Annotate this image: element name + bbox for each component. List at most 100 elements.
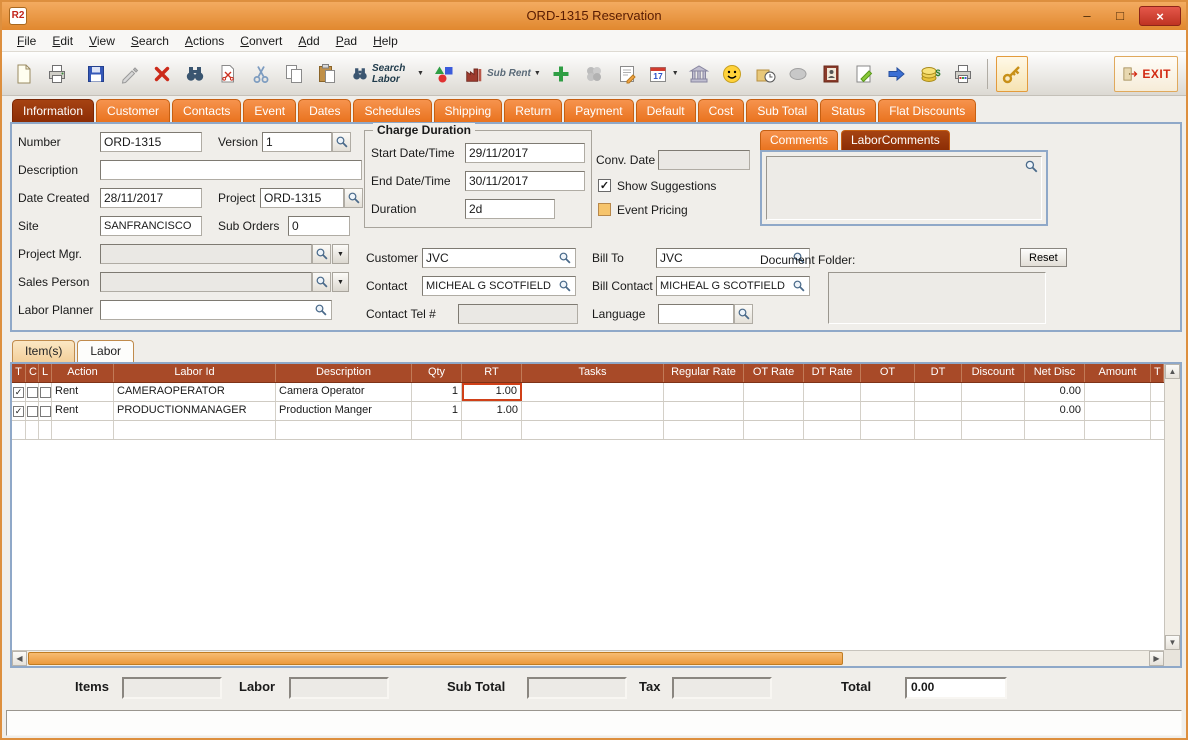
customer-lookup-icon[interactable]: [558, 251, 572, 265]
col-t[interactable]: T: [12, 364, 26, 382]
sales-person-lookup-button[interactable]: [312, 272, 331, 292]
contact-lookup-icon[interactable]: [558, 279, 572, 293]
tab-labor[interactable]: Labor: [77, 340, 134, 362]
scroll-left-icon[interactable]: ◀: [12, 651, 27, 666]
rt-cell-selected[interactable]: 1.00: [462, 383, 522, 401]
menu-help[interactable]: Help: [366, 32, 405, 50]
minimize-button[interactable]: –: [1073, 6, 1101, 26]
contact-field[interactable]: MICHEAL G SCOTFIELD: [422, 276, 576, 296]
maximize-button[interactable]: □: [1106, 6, 1134, 26]
project-mgr-dropdown-button[interactable]: ▼: [332, 244, 349, 264]
col-description[interactable]: Description: [276, 364, 412, 382]
key-button[interactable]: [996, 56, 1028, 92]
row1-c-checkbox[interactable]: [27, 387, 38, 398]
copy-button[interactable]: [278, 56, 310, 92]
menu-search[interactable]: Search: [124, 32, 176, 50]
tab-items[interactable]: Item(s): [12, 340, 75, 362]
contacts-button[interactable]: [815, 56, 847, 92]
col-discount[interactable]: Discount: [962, 364, 1025, 382]
modify-button[interactable]: [113, 56, 145, 92]
conv-date-field[interactable]: [658, 150, 750, 170]
project-mgr-lookup-button[interactable]: [312, 244, 331, 264]
sub-rent-dropdown-icon[interactable]: ▼: [534, 70, 541, 77]
tab-return[interactable]: Return: [504, 99, 562, 122]
col-t2[interactable]: T: [1151, 364, 1164, 382]
col-dt[interactable]: DT: [915, 364, 962, 382]
tab-information[interactable]: Information: [12, 99, 94, 122]
date-created-field[interactable]: 28/11/2017: [100, 188, 202, 208]
labor-planner-field[interactable]: [100, 300, 332, 320]
scroll-right-icon[interactable]: ▶: [1149, 651, 1164, 666]
customer-field[interactable]: JVC: [422, 248, 576, 268]
tab-schedules[interactable]: Schedules: [353, 99, 431, 122]
project-field[interactable]: ORD-1315: [260, 188, 344, 208]
menu-pad[interactable]: Pad: [329, 32, 364, 50]
col-ot[interactable]: OT: [861, 364, 915, 382]
tab-default[interactable]: Default: [636, 99, 696, 122]
col-action[interactable]: Action: [52, 364, 114, 382]
tab-shipping[interactable]: Shipping: [434, 99, 503, 122]
calendar-dropdown-icon[interactable]: ▼: [672, 70, 679, 77]
menu-view[interactable]: View: [82, 32, 122, 50]
document-folder-area[interactable]: [828, 272, 1046, 324]
menu-convert[interactable]: Convert: [233, 32, 289, 50]
find-button[interactable]: [179, 56, 211, 92]
billing-button[interactable]: $: [914, 56, 946, 92]
exit-button[interactable]: EXIT: [1114, 56, 1178, 92]
tab-labor-comments[interactable]: LaborComments: [841, 130, 950, 150]
tab-contacts[interactable]: Contacts: [172, 99, 241, 122]
horizontal-scrollbar[interactable]: ◀ ▶: [12, 650, 1164, 666]
version-field[interactable]: 1: [262, 132, 332, 152]
col-regular-rate[interactable]: Regular Rate: [664, 364, 744, 382]
bill-contact-lookup-icon[interactable]: [792, 279, 806, 293]
row2-l-checkbox[interactable]: [40, 406, 51, 417]
row1-t-checkbox[interactable]: [13, 387, 24, 398]
number-field[interactable]: ORD-1315: [100, 132, 202, 152]
comments-lookup-icon[interactable]: [1024, 159, 1039, 177]
col-rt[interactable]: RT: [462, 364, 522, 382]
sales-person-field[interactable]: [100, 272, 312, 292]
tab-flat-discounts[interactable]: Flat Discounts: [878, 99, 976, 122]
labor-planner-lookup-icon[interactable]: [314, 303, 328, 317]
export-button[interactable]: [881, 56, 913, 92]
menu-actions[interactable]: Actions: [178, 32, 231, 50]
cut-special-button[interactable]: [212, 56, 244, 92]
end-date-field[interactable]: 30/11/2017: [465, 171, 585, 191]
col-c[interactable]: C: [26, 364, 39, 382]
oval-button[interactable]: [782, 56, 814, 92]
row1-l-checkbox[interactable]: [40, 387, 51, 398]
search-labor-button[interactable]: Search Labor▼: [348, 56, 427, 92]
language-field[interactable]: [658, 304, 734, 324]
tab-sub-total[interactable]: Sub Total: [746, 99, 818, 122]
tab-payment[interactable]: Payment: [564, 99, 633, 122]
labor-row-1[interactable]: Rent CAMERAOPERATOR Camera Operator 1 1.…: [12, 383, 1164, 402]
menu-file[interactable]: File: [10, 32, 43, 50]
tab-status[interactable]: Status: [820, 99, 876, 122]
report-button[interactable]: [683, 56, 715, 92]
col-labor-id[interactable]: Labor Id: [114, 364, 276, 382]
show-suggestions-checkbox[interactable]: [598, 179, 611, 192]
copy-print-button[interactable]: [947, 56, 979, 92]
labor-row-2[interactable]: Rent PRODUCTIONMANAGER Production Manger…: [12, 402, 1164, 421]
edit-document-button[interactable]: [848, 56, 880, 92]
new-order-button[interactable]: [8, 56, 40, 92]
scroll-down-icon[interactable]: ▼: [1165, 635, 1180, 650]
site-field[interactable]: SANFRANCISCO: [100, 216, 202, 236]
menu-add[interactable]: Add: [291, 32, 326, 50]
scroll-up-icon[interactable]: ▲: [1165, 364, 1180, 379]
notes-button[interactable]: [611, 56, 643, 92]
delete-button[interactable]: [146, 56, 178, 92]
contact-tel-field[interactable]: [458, 304, 578, 324]
row2-c-checkbox[interactable]: [27, 406, 38, 417]
menu-edit[interactable]: Edit: [45, 32, 80, 50]
col-l[interactable]: L: [39, 364, 52, 382]
tab-event[interactable]: Event: [243, 99, 296, 122]
add-line-button[interactable]: [545, 56, 577, 92]
tab-comments[interactable]: Comments: [760, 130, 838, 150]
labor-comments-textarea[interactable]: [766, 156, 1042, 220]
save-button[interactable]: [80, 56, 112, 92]
col-amount[interactable]: Amount: [1085, 364, 1151, 382]
sub-orders-field[interactable]: 0: [288, 216, 350, 236]
sales-person-dropdown-button[interactable]: ▼: [332, 272, 349, 292]
paste-button[interactable]: [311, 56, 343, 92]
